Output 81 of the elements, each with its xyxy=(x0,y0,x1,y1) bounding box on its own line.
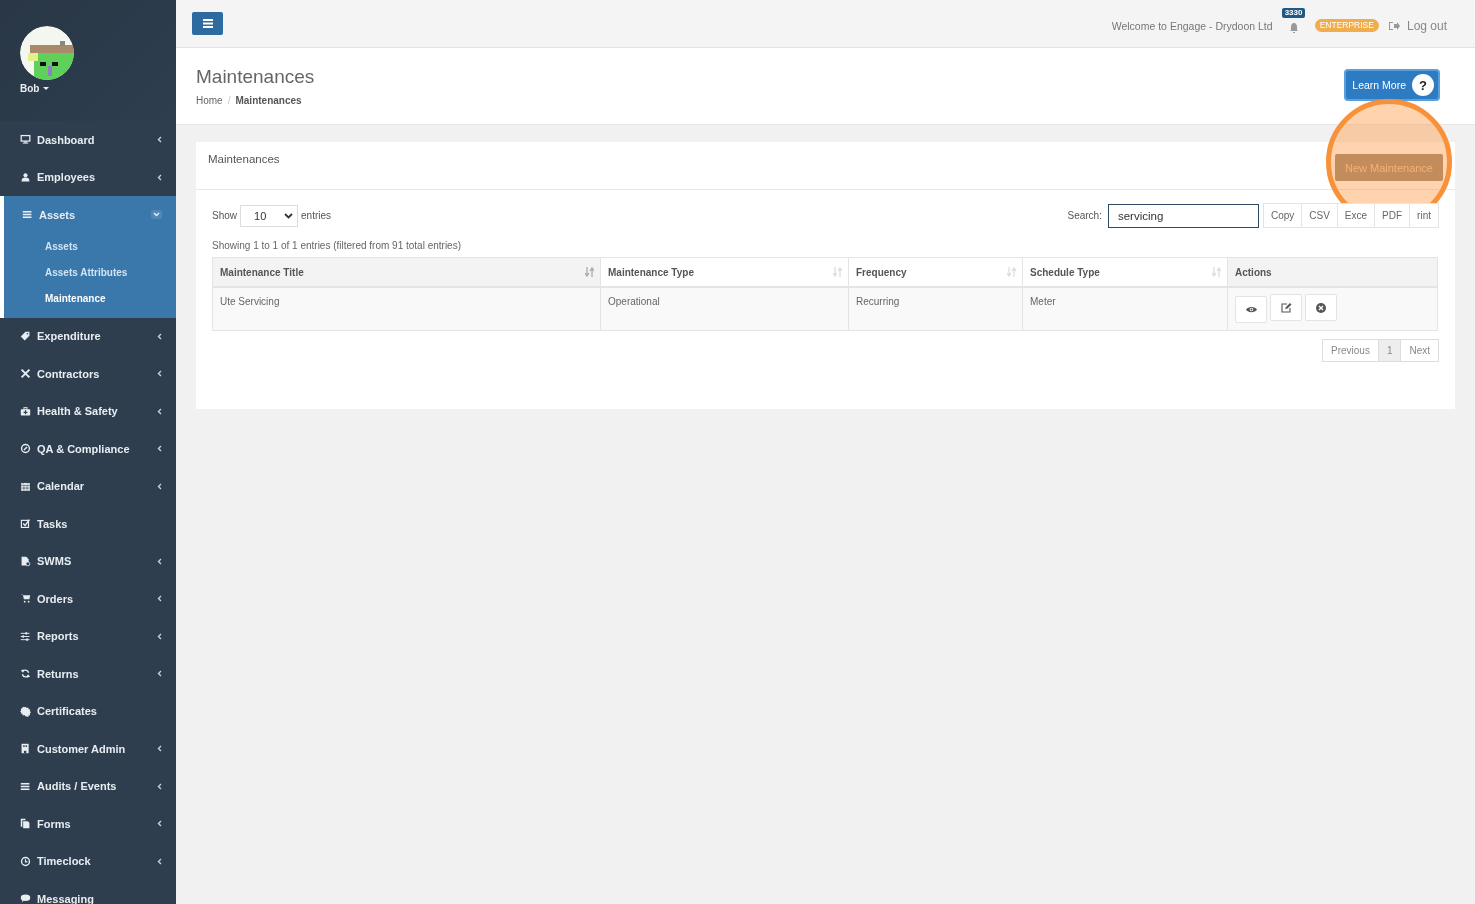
export-button[interactable]: rint xyxy=(1409,204,1438,227)
cart-icon xyxy=(20,593,31,605)
gauge-icon xyxy=(20,443,31,455)
page-size-select[interactable]: 10 xyxy=(240,204,298,227)
column-header: Actions xyxy=(1227,257,1438,287)
clock-icon xyxy=(20,855,31,867)
badge-icon xyxy=(20,705,31,717)
menu-button[interactable] xyxy=(192,12,223,35)
page-title: Maintenances xyxy=(196,65,315,89)
breadcrumb-link[interactable]: Maintenances xyxy=(235,95,302,106)
sidebar-item[interactable]: Calendar xyxy=(0,467,176,505)
sidebar-item[interactable]: Orders xyxy=(0,580,176,618)
sidebar-item[interactable]: SWMS xyxy=(0,542,176,580)
chevron-down-icon xyxy=(284,212,293,219)
breadcrumb-link[interactable]: Home xyxy=(196,95,223,106)
tag-icon xyxy=(20,330,31,342)
sidebar-item[interactable]: Certificates xyxy=(0,692,176,730)
search-label: Search: xyxy=(1067,210,1102,221)
column-header[interactable]: Frequency xyxy=(848,257,1023,287)
eye-icon xyxy=(1245,305,1257,313)
breadcrumb-separator: / xyxy=(227,95,231,106)
checkbox-icon xyxy=(20,518,31,530)
user-menu[interactable]: Bob xyxy=(20,83,50,94)
monitor-icon xyxy=(20,134,31,146)
view-button[interactable] xyxy=(1235,295,1267,323)
sidebar-item[interactable]: Returns xyxy=(0,655,176,693)
remove-icon xyxy=(1316,302,1326,313)
table-cell: Meter xyxy=(1030,296,1056,307)
list-icon xyxy=(22,209,33,221)
cross-icon xyxy=(20,368,31,380)
refresh-icon xyxy=(20,668,31,680)
search-field[interactable]: servicing xyxy=(1107,203,1259,228)
pagination-button[interactable]: Previous xyxy=(1321,338,1379,362)
bell-icon[interactable] xyxy=(1288,22,1299,33)
edit-icon xyxy=(1280,302,1292,313)
sidebar-item[interactable]: Expenditure xyxy=(0,317,176,355)
first-aid-icon xyxy=(20,405,31,417)
export-button[interactable]: Exce xyxy=(1336,204,1375,227)
table-cell: Operational xyxy=(608,296,660,307)
sidebar-item[interactable]: Audits / Events xyxy=(0,767,176,805)
list-icon xyxy=(20,780,31,792)
calendar-icon xyxy=(20,480,31,492)
sidebar-item[interactable]: Assets xyxy=(4,196,176,234)
table-cell: Recurring xyxy=(856,296,900,307)
sidebar-subitem[interactable]: Assets xyxy=(4,233,176,260)
pagination-button[interactable]: Next xyxy=(1401,338,1439,362)
sidebar-item[interactable]: Reports xyxy=(0,617,176,655)
logout-icon xyxy=(1388,20,1400,31)
panel-title: Maintenances xyxy=(208,153,280,165)
column-header[interactable]: Schedule Type xyxy=(1022,257,1228,287)
welcome-text: Welcome to Engage - Drydoon Ltd xyxy=(1111,19,1273,32)
delete-button[interactable] xyxy=(1305,294,1337,321)
document-icon xyxy=(20,555,31,567)
sidebar-item[interactable]: Contractors xyxy=(0,355,176,393)
table-cell: Ute Servicing xyxy=(220,296,280,307)
sidebar-item[interactable]: Employees xyxy=(0,158,176,196)
caret-icon xyxy=(43,87,50,90)
speech-bubble-icon xyxy=(20,893,31,904)
column-header[interactable]: Maintenance Type xyxy=(600,257,849,287)
menu-icon xyxy=(202,19,213,28)
building-icon xyxy=(20,743,31,755)
sidebar-item[interactable]: Tasks xyxy=(0,505,176,543)
sidebar-subitem[interactable]: Assets Attributes xyxy=(4,259,176,286)
person-icon xyxy=(20,171,31,183)
sidebar-item[interactable]: Customer Admin xyxy=(0,730,176,768)
learn-more-button[interactable]: Learn More ? xyxy=(1344,69,1440,101)
files-icon xyxy=(20,818,31,830)
sidebar-item[interactable]: Dashboard xyxy=(0,121,176,159)
sidebar-subitem[interactable]: Maintenance xyxy=(4,285,176,312)
sidebar-item[interactable]: QA & Compliance xyxy=(0,430,176,468)
column-header[interactable]: Maintenance Title xyxy=(212,257,601,287)
sidebar-item[interactable]: Timeclock xyxy=(0,842,176,880)
export-button[interactable]: PDF xyxy=(1374,204,1410,227)
sliders-icon xyxy=(20,630,31,642)
show-label: Show xyxy=(212,210,237,221)
entries-label: entries xyxy=(301,210,332,221)
table-info: Showing 1 to 1 of 1 entries (filtered from 91 total entries) xyxy=(212,240,462,251)
sidebar-item[interactable]: Health & Safety xyxy=(0,392,176,430)
sidebar-item[interactable]: Forms xyxy=(0,805,176,843)
plan-badge: ENTERPRISE xyxy=(1314,19,1379,32)
notification-count: 3330 xyxy=(1281,7,1306,18)
